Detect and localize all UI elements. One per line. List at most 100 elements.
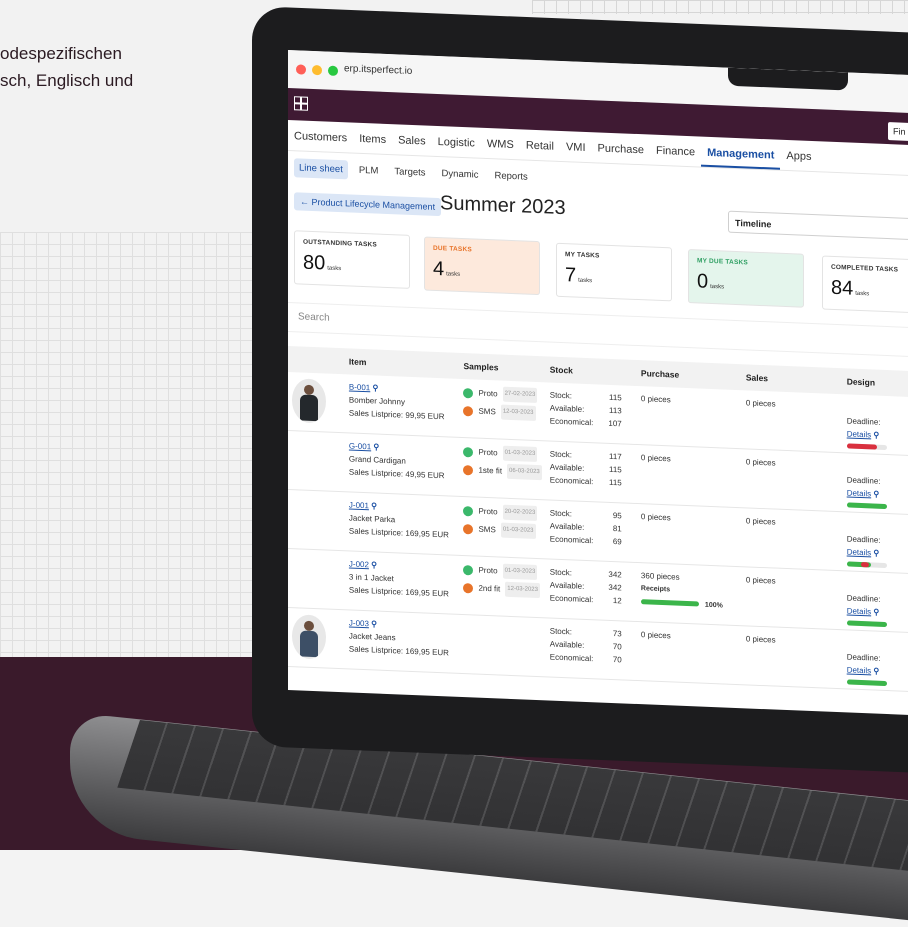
details-link[interactable]: Details (847, 665, 871, 675)
stock-economical-label: Economical: (549, 593, 594, 605)
sample-name: SMS (478, 406, 496, 417)
details-link[interactable]: Details (847, 429, 871, 439)
app-grid-icon[interactable] (294, 96, 308, 111)
stock-available-value: 113 (608, 405, 622, 416)
search-icon[interactable]: ⚲ (369, 560, 377, 569)
details-link[interactable]: Details (847, 606, 871, 616)
search-icon[interactable]: ⚲ (371, 442, 379, 451)
nav-tab-management[interactable]: Management (701, 136, 781, 170)
stock-stock-label: Stock: (549, 390, 572, 401)
item-code-link[interactable]: G-001 (349, 441, 371, 451)
subtab-line-sheet[interactable]: Line sheet (294, 158, 348, 180)
details-line: Details ⚲ (847, 427, 908, 443)
search-icon[interactable]: ⚲ (871, 548, 879, 558)
sales-cell: 0 pieces (741, 625, 843, 689)
search-icon[interactable]: ⚲ (871, 430, 879, 440)
view-select[interactable]: Timeline (728, 210, 908, 242)
nav-tab-apps[interactable]: Apps (780, 140, 817, 171)
item-code-link[interactable]: B-001 (349, 382, 370, 392)
column-header-samples[interactable]: Samples (459, 352, 546, 383)
details-link[interactable]: Details (847, 488, 871, 498)
minimize-window-icon[interactable] (312, 64, 322, 76)
sample-status-icon (463, 387, 474, 398)
task-card-unit: tasks (855, 290, 870, 298)
nav-tab-customers[interactable]: Customers (288, 120, 353, 153)
nav-tab-sales[interactable]: Sales (392, 124, 432, 156)
search-icon[interactable]: ⚲ (369, 501, 377, 510)
nav-tab-items[interactable]: Items (353, 123, 392, 155)
nav-tab-wms[interactable]: WMS (481, 128, 520, 160)
sample-status-icon (463, 464, 474, 475)
marketing-line-2: sch, Englisch und (0, 71, 134, 90)
laptop-screen: erp.itsperfect.io Fin Customers Items Sale… (288, 50, 908, 716)
design-cell: Deadline: Details ⚲ (842, 452, 908, 516)
sample-entry[interactable]: SMS 12-03-2023 (463, 403, 541, 421)
sample-date: 27-02-2023 (502, 386, 538, 404)
nav-tab-logistic[interactable]: Logistic (432, 126, 481, 158)
decorative-grid-top (532, 0, 908, 14)
sample-name: Proto (478, 388, 498, 399)
breadcrumb-back-button[interactable]: ← Product Lifecycle Management (294, 192, 442, 217)
marketing-text: odespezifischen sch, Englisch und (0, 40, 240, 94)
maximize-window-icon[interactable] (328, 65, 338, 77)
search-icon[interactable]: ⚲ (871, 666, 879, 676)
sample-entry[interactable]: 2nd fit 12-03-2023 (463, 580, 541, 599)
subtab-plm[interactable]: PLM (354, 161, 384, 181)
sample-entry[interactable]: 1ste fit 06-03-2023 (463, 462, 542, 481)
product-thumbnail[interactable] (292, 614, 326, 660)
sample-entry[interactable]: SMS 01-03-2023 (463, 521, 541, 539)
sales-cell: 0 pieces (741, 448, 843, 512)
receipts-progress-bar (640, 599, 699, 607)
task-card-number: 7 (565, 264, 577, 287)
item-image-cell (288, 372, 345, 433)
task-card-number: 0 (697, 270, 709, 293)
item-code-link[interactable]: J-002 (349, 559, 369, 569)
column-header-stock[interactable]: Stock (545, 356, 637, 387)
task-card[interactable]: OUTSTANDING TASKS 80 tasks (294, 230, 410, 289)
find-field[interactable]: Fin (888, 122, 908, 143)
search-icon[interactable]: ⚲ (369, 619, 377, 628)
close-window-icon[interactable] (296, 64, 306, 75)
item-code-link[interactable]: J-003 (349, 618, 369, 628)
sample-name: Proto (478, 506, 498, 517)
nav-tab-finance[interactable]: Finance (650, 135, 701, 167)
subtab-reports[interactable]: Reports (490, 166, 533, 187)
sample-entry[interactable]: Proto 01-03-2023 (463, 562, 541, 581)
item-image-cell (288, 430, 345, 492)
item-code-link[interactable]: J-001 (349, 500, 369, 510)
purchase-cell: 0 pieces (636, 386, 742, 449)
column-header-sales[interactable]: Sales (741, 364, 843, 395)
task-card[interactable]: DUE TASKS 4 tasks (424, 236, 540, 296)
sample-entry[interactable]: Proto 27-02-2023 (463, 385, 541, 404)
details-line: Details ⚲ (847, 604, 908, 620)
sample-name: 2nd fit (478, 583, 501, 594)
task-card-label: MY TASKS (565, 251, 600, 260)
sample-name: Proto (478, 565, 498, 576)
details-link[interactable]: Details (847, 547, 871, 557)
subtab-dynamic[interactable]: Dynamic (437, 164, 484, 185)
task-card[interactable]: MY TASKS 7 tasks (556, 242, 672, 302)
task-card[interactable]: MY DUE TASKS 0 tasks (688, 249, 804, 308)
sample-entry[interactable]: Proto 01-03-2023 (463, 444, 541, 463)
details-line: Details ⚲ (847, 545, 908, 561)
stock-economical-label: Economical: (549, 652, 594, 664)
search-icon[interactable]: ⚲ (871, 489, 879, 499)
sample-entry[interactable]: Proto 20-02-2023 (463, 503, 541, 522)
subtab-targets[interactable]: Targets (389, 162, 430, 183)
design-cell: Deadline: Details ⚲ (842, 511, 908, 575)
task-card[interactable]: COMPLETED TASKS 84 tasks (822, 255, 908, 315)
nav-tab-vmi[interactable]: VMI (560, 131, 592, 162)
address-bar[interactable]: erp.itsperfect.io (344, 63, 412, 77)
product-thumbnail[interactable] (292, 378, 326, 424)
stock-stock-value: 95 (612, 511, 622, 521)
sales-value: 0 pieces (745, 398, 776, 409)
samples-cell: Proto 01-03-2023 1ste fit 06-03-2023 (459, 437, 546, 500)
search-icon[interactable]: ⚲ (370, 383, 378, 392)
nav-tab-purchase[interactable]: Purchase (592, 132, 650, 164)
search-icon[interactable]: ⚲ (871, 607, 879, 617)
purchase-value: 0 pieces (640, 394, 671, 405)
stock-economical-row: Economical: 69 (550, 533, 622, 549)
nav-tab-retail[interactable]: Retail (520, 129, 560, 161)
column-header-design[interactable]: Design (842, 368, 908, 398)
sample-status-icon (463, 582, 474, 593)
